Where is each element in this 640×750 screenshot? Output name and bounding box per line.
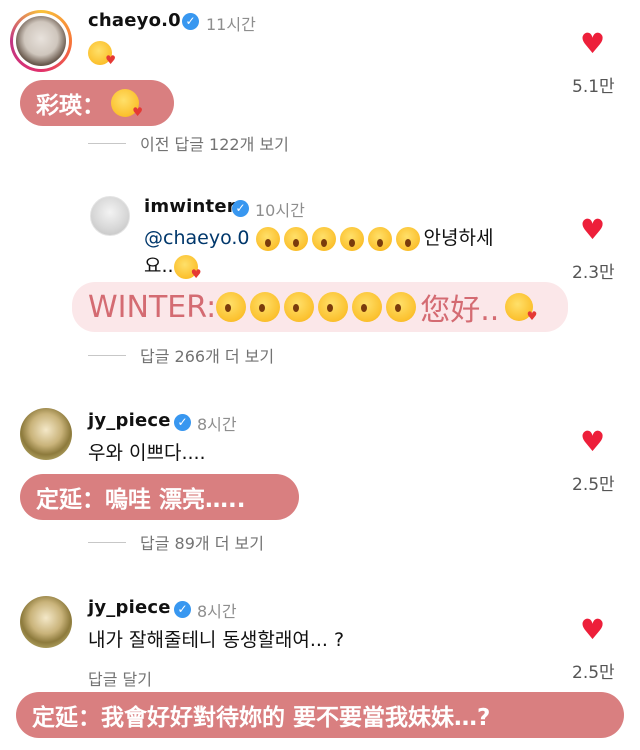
- view-replies-button[interactable]: 답글 89개 더 보기: [88, 530, 264, 554]
- comment-text-line2: 요..: [144, 255, 174, 277]
- comment-text: 내가 잘해줄테니 동생할래여... ?: [88, 629, 345, 651]
- comment-username[interactable]: jy_piece: [88, 410, 171, 431]
- kissing-face-emoji-icon: [173, 254, 202, 280]
- view-replies-button[interactable]: 이전 답글 122개 보기: [88, 131, 289, 155]
- avatar-inner: [13, 13, 69, 69]
- comment-username[interactable]: chaeyo.0: [88, 10, 181, 31]
- mention-link[interactable]: @chaeyo.0: [144, 227, 249, 249]
- like-heart-icon[interactable]: ♥: [580, 616, 605, 644]
- avatar-jy-piece[interactable]: [20, 596, 72, 648]
- avatar-jy-piece[interactable]: [20, 408, 72, 460]
- subtitle-caption: 定延：嗚哇 漂亮…..: [20, 474, 299, 520]
- subtitle-caption: WINTER: 您好..: [72, 282, 568, 332]
- comment-time: 8시간: [197, 415, 237, 434]
- like-heart-icon[interactable]: ♥: [580, 428, 605, 456]
- astonished-face-emoji-icon: [367, 226, 392, 251]
- divider-line: [88, 354, 126, 356]
- comment-time: 10시간: [255, 201, 305, 220]
- kissing-face-emoji-icon: [111, 89, 143, 118]
- astonished-face-emoji-icon: [395, 226, 420, 251]
- like-count: 2.5만: [572, 475, 615, 495]
- astonished-face-emoji-icon: [216, 292, 247, 322]
- like-count: 5.1만: [572, 77, 615, 97]
- like-heart-icon[interactable]: ♥: [580, 30, 605, 58]
- like-count: 2.3만: [572, 263, 615, 283]
- subtitle-text: 定延：我會好好對待妳的 要不要當我妹妹…?: [32, 705, 491, 731]
- kissing-face-emoji-icon: [505, 293, 537, 322]
- like-heart-icon[interactable]: ♥: [580, 216, 605, 244]
- comment-text: @chaeyo.0 안녕하세 요..: [144, 224, 564, 280]
- view-replies-button[interactable]: 답글 266개 더 보기: [88, 343, 274, 367]
- subtitle-suffix: 您好..: [420, 293, 500, 328]
- comment-text-suffix: 안녕하세: [423, 227, 494, 249]
- view-replies-label: 답글 89개 더 보기: [140, 534, 264, 553]
- astonished-face-emoji-icon: [250, 292, 281, 322]
- divider-line: [88, 142, 126, 144]
- verified-badge-icon: ✓: [232, 200, 249, 217]
- verified-badge-icon: ✓: [174, 414, 191, 431]
- like-count: 2.5만: [572, 663, 615, 683]
- subtitle-text: 彩瑛：: [36, 93, 105, 119]
- astonished-face-emoji-icon: [311, 226, 336, 251]
- comment-time: 8시간: [197, 602, 237, 621]
- view-replies-label: 이전 답글 122개 보기: [140, 135, 289, 154]
- verified-badge-icon: ✓: [174, 601, 191, 618]
- astonished-face-emoji-icon: [318, 292, 349, 322]
- avatar-chaeyo[interactable]: [10, 10, 72, 72]
- subtitle-text: 定延：嗚哇 漂亮…..: [36, 487, 246, 513]
- comment-text: [88, 38, 116, 66]
- comment-username[interactable]: jy_piece: [88, 597, 171, 618]
- comment-username[interactable]: imwinter: [144, 196, 236, 217]
- astonished-face-emoji-icon: [284, 292, 315, 322]
- astonished-face-emoji-icon: [339, 226, 364, 251]
- comment-text: 우와 이쁘다....: [88, 442, 206, 464]
- avatar-imwinter[interactable]: [90, 196, 130, 236]
- astonished-face-emoji-icon: [255, 226, 280, 251]
- view-replies-label: 답글 266개 더 보기: [140, 347, 275, 366]
- avatar-photo: [16, 16, 66, 66]
- astonished-face-emoji-icon: [352, 292, 383, 322]
- subtitle-prefix: WINTER:: [88, 289, 217, 325]
- divider-line: [88, 541, 126, 543]
- comment-time: 11시간: [206, 15, 256, 34]
- subtitle-caption: 彩瑛：: [20, 80, 174, 126]
- subtitle-caption: 定延：我會好好對待妳的 要不要當我妹妹…?: [16, 692, 624, 738]
- astonished-face-emoji-icon: [386, 292, 417, 322]
- reply-button[interactable]: 답글 달기: [88, 666, 152, 690]
- astonished-face-emoji-icon: [283, 226, 308, 251]
- verified-badge-icon: ✓: [182, 13, 199, 30]
- kissing-face-emoji-icon: [88, 40, 116, 66]
